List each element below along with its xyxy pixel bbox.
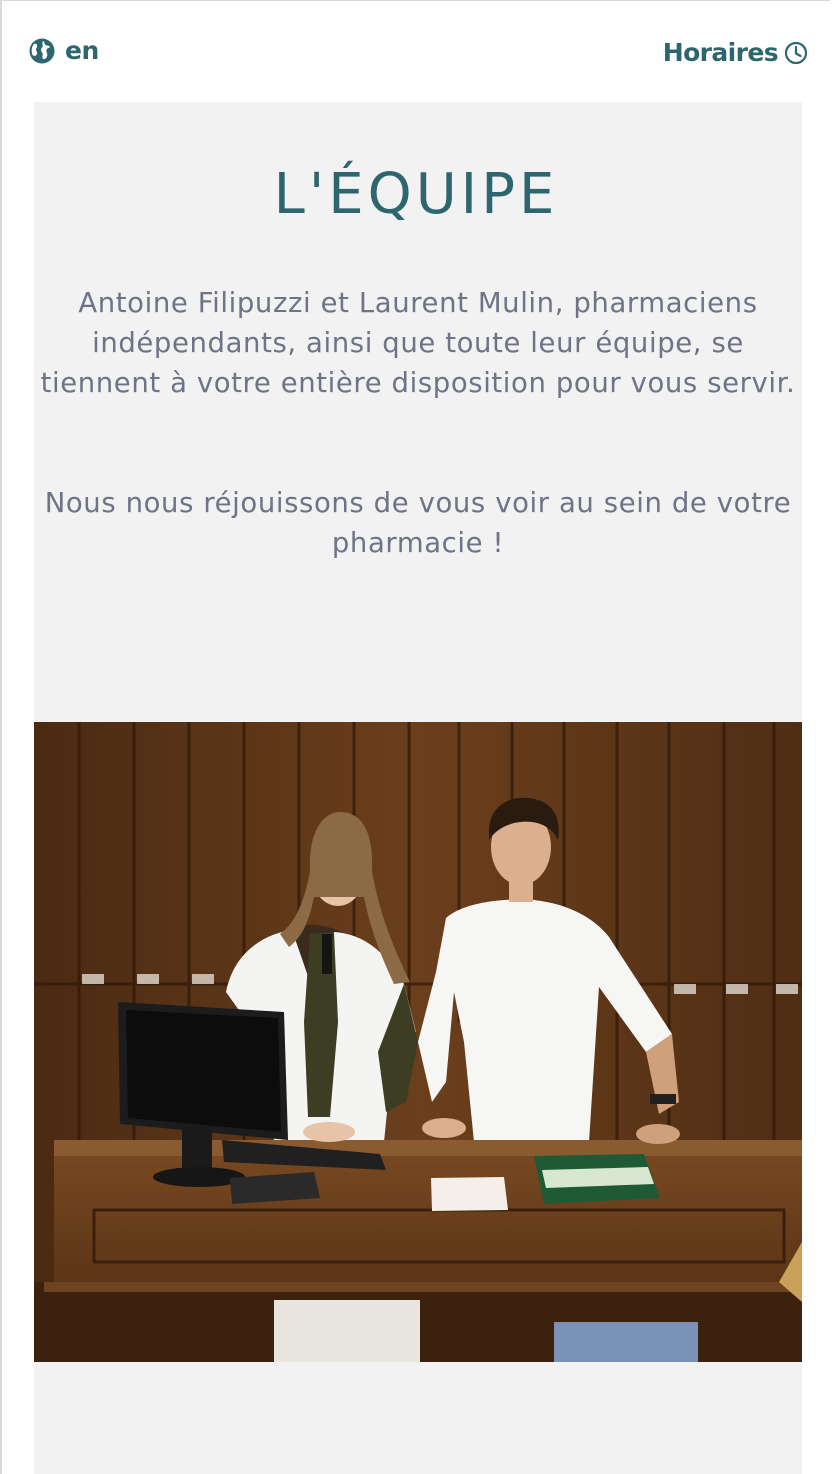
language-label: en (65, 36, 99, 65)
section-title: L'ÉQUIPE (273, 162, 559, 227)
intro-paragraph: Antoine Filipuzzi et Laurent Mulin, phar… (40, 287, 796, 399)
hours-label: Horaires (662, 38, 779, 67)
top-bar: en Horaires (0, 0, 832, 100)
welcome-paragraph: Nous nous réjouissons de vous voir au se… (44, 487, 792, 559)
opening-hours-button[interactable]: Horaires (663, 38, 808, 67)
team-photo (34, 722, 802, 1362)
language-switcher[interactable]: en (28, 36, 99, 65)
clock-icon (784, 41, 808, 64)
globe-icon (29, 38, 55, 63)
